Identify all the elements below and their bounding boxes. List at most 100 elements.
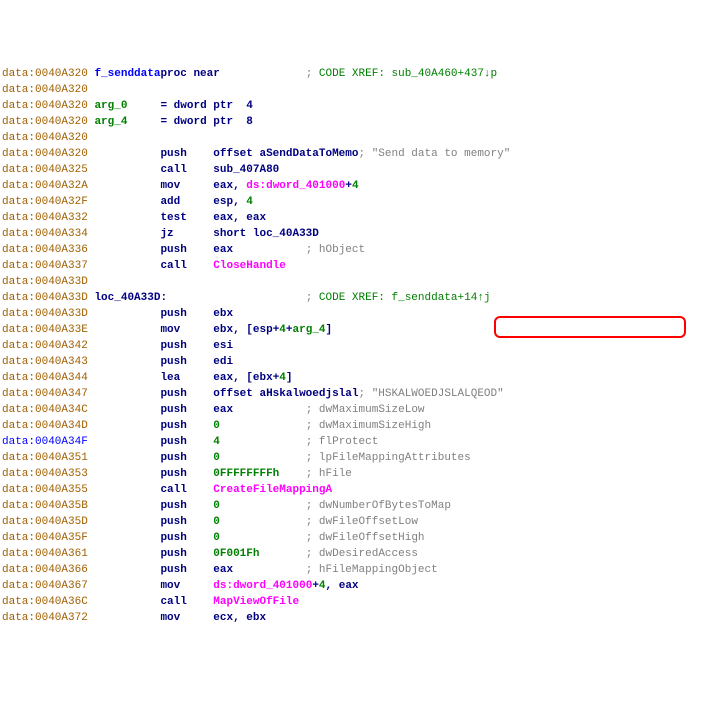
asm-address: data:0040A372 <box>2 612 88 624</box>
asm-address: data:0040A35D <box>2 516 88 528</box>
asm-line: data:0040A342 push esi <box>2 338 714 354</box>
asm-address: data:0040A367 <box>2 580 88 592</box>
asm-comment: ; dwFileOffsetLow <box>306 516 418 528</box>
asm-operand: sub_407A80 <box>213 164 279 176</box>
asm-operand: eax <box>213 404 233 416</box>
asm-address: data:0040A353 <box>2 468 88 480</box>
asm-address: data:0040A347 <box>2 388 88 400</box>
asm-comment: ; dwMaximumSizeHigh <box>306 420 431 432</box>
asm-mnemonic: push <box>160 404 186 416</box>
asm-mnemonic: call <box>160 484 186 496</box>
asm-comment: ; hFile <box>306 468 352 480</box>
asm-address: data:0040A320 <box>2 100 88 112</box>
asm-line: data:0040A34F push 4 ; flProtect <box>2 434 714 450</box>
asm-address: data:0040A32F <box>2 196 88 208</box>
asm-line: data:0040A343 push edi <box>2 354 714 370</box>
asm-mnemonic: call <box>160 260 186 272</box>
asm-mnemonic: push <box>160 356 186 368</box>
asm-address: data:0040A320 <box>2 84 88 96</box>
asm-line: data:0040A34C push eax ; dwMaximumSizeLo… <box>2 402 714 418</box>
asm-mnemonic: push <box>160 564 186 576</box>
asm-operand: ebx, [esp+ <box>213 324 279 336</box>
asm-address: data:0040A366 <box>2 564 88 576</box>
asm-line: data:0040A325 call sub_407A80 <box>2 162 714 178</box>
asm-xref: 4 <box>319 580 326 592</box>
asm-mnemonic: jz <box>160 228 173 240</box>
asm-operand-part: ds:dword_401000 <box>246 180 345 192</box>
asm-label: arg_0 <box>94 100 127 112</box>
asm-address: data:0040A320 <box>2 148 88 160</box>
asm-operand-part: ] <box>286 372 293 384</box>
asm-line: data:0040A337 call CloseHandle <box>2 258 714 274</box>
asm-line: data:0040A367 mov ds:dword_401000+4, eax <box>2 578 714 594</box>
asm-address: data:0040A35F <box>2 532 88 544</box>
asm-operand: offset aSendDataToMemo <box>213 148 358 160</box>
asm-operand: MapViewOfFile <box>213 596 299 608</box>
asm-address: data:0040A336 <box>2 244 88 256</box>
asm-mnemonic: call <box>160 164 186 176</box>
asm-address: data:0040A34C <box>2 404 88 416</box>
asm-address: data:0040A33E <box>2 324 88 336</box>
asm-operand: 0 <box>213 452 220 464</box>
asm-mnemonic: mov <box>160 180 180 192</box>
asm-line: data:0040A33D loc_40A33D: ; CODE XREF: f… <box>2 290 714 306</box>
asm-operand-part: 4 <box>279 372 286 384</box>
asm-line: data:0040A33D push ebx <box>2 306 714 322</box>
asm-mnemonic: = dword ptr 8 <box>160 116 252 128</box>
asm-address: data:0040A33D <box>2 292 88 304</box>
asm-operand: esi <box>213 340 233 352</box>
asm-operand: 4 <box>213 436 220 448</box>
asm-address: data:0040A320 <box>2 132 88 144</box>
asm-line: data:0040A36C call MapViewOfFile <box>2 594 714 610</box>
asm-address: data:0040A325 <box>2 164 88 176</box>
asm-operand: eax <box>213 564 233 576</box>
asm-mnemonic: mov <box>160 612 180 624</box>
asm-label: arg_4 <box>94 116 127 128</box>
asm-line: data:0040A35B push 0 ; dwNumberOfBytesTo… <box>2 498 714 514</box>
asm-mnemonic: push <box>160 244 186 256</box>
asm-mnemonic: push <box>160 532 186 544</box>
asm-line: data:0040A344 lea eax, [ebx+4] <box>2 370 714 386</box>
asm-line: data:0040A33E mov ebx, [esp+4+arg_4] <box>2 322 714 338</box>
asm-address: data:0040A351 <box>2 452 88 464</box>
asm-comment: ; "HSKALWOEDJSLALQEOD" <box>359 388 504 400</box>
asm-address: data:0040A33D <box>2 276 88 288</box>
asm-address: data:0040A361 <box>2 548 88 560</box>
asm-operand-part: 4 <box>352 180 359 192</box>
asm-line: data:0040A334 jz short loc_40A33D <box>2 226 714 242</box>
asm-operand: eax, [ebx+ <box>213 372 279 384</box>
asm-address: data:0040A34D <box>2 420 88 432</box>
asm-operand-part: + <box>345 180 352 192</box>
asm-address: data:0040A320 <box>2 116 88 128</box>
asm-line: data:0040A353 push 0FFFFFFFFh ; hFile <box>2 466 714 482</box>
asm-line: data:0040A33D <box>2 274 714 290</box>
asm-operand: 0 <box>213 420 220 432</box>
asm-operand-part: + <box>312 580 319 592</box>
asm-operand-part: 4 <box>279 324 286 336</box>
asm-line: data:0040A34D push 0 ; dwMaximumSizeHigh <box>2 418 714 434</box>
asm-comment: ; <box>306 68 319 80</box>
asm-mnemonic: push <box>160 420 186 432</box>
asm-mnemonic: push <box>160 548 186 560</box>
asm-address: data:0040A343 <box>2 356 88 368</box>
asm-mnemonic: push <box>160 500 186 512</box>
asm-address: data:0040A34F <box>2 436 88 448</box>
asm-address: data:0040A320 <box>2 68 88 80</box>
asm-operand: eax, eax <box>213 212 266 224</box>
asm-line: data:0040A372 mov ecx, ebx <box>2 610 714 626</box>
asm-comment: ; hObject <box>306 244 365 256</box>
asm-operand: ebx <box>213 308 233 320</box>
asm-comment: ; "Send data to memory" <box>359 148 511 160</box>
asm-address: data:0040A36C <box>2 596 88 608</box>
asm-operand: eax <box>213 244 233 256</box>
asm-operand: offset aHskalwoedjslal <box>213 388 358 400</box>
asm-comment: ; <box>306 292 319 304</box>
asm-line: data:0040A320 <box>2 82 714 98</box>
asm-operand: 0 <box>213 516 220 528</box>
asm-mnemonic: test <box>160 212 186 224</box>
asm-mnemonic: push <box>160 308 186 320</box>
asm-address: data:0040A332 <box>2 212 88 224</box>
asm-line: data:0040A320 <box>2 130 714 146</box>
asm-line: data:0040A320 arg_4 = dword ptr 8 <box>2 114 714 130</box>
asm-operand: edi <box>213 356 233 368</box>
